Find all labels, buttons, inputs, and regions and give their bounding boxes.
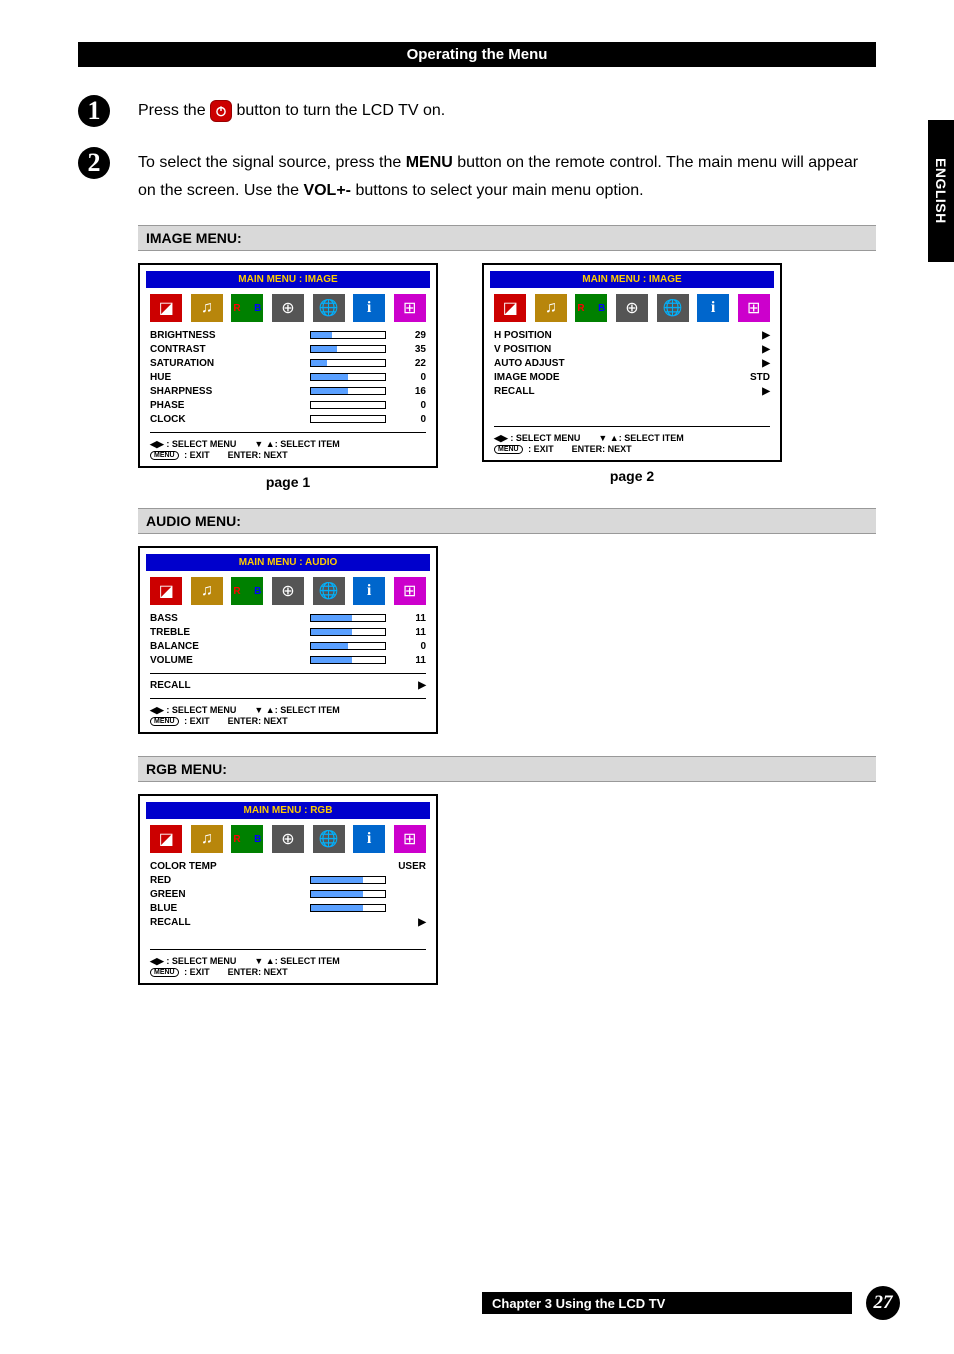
step2-t3: buttons to select your main menu option.	[351, 182, 644, 199]
panel-audio: MAIN MENU : AUDIO ◪ ♫ ⊕ 🌐 i ⊞ BASS11TREB…	[138, 546, 438, 734]
footer-chapter: Chapter 3 Using the LCD TV	[482, 1292, 852, 1314]
menu-row: VOLUME11	[150, 653, 426, 667]
page-label-1: page 1	[266, 474, 310, 490]
menu-row: IMAGE MODESTD	[494, 370, 770, 384]
image-icon: ◪	[494, 294, 526, 322]
info-icon: i	[353, 294, 385, 322]
menu-row: BRIGHTNESS29	[150, 328, 426, 342]
panel-rgb: MAIN MENU : RGB ◪ ♫ ⊕ 🌐 i ⊞ COLOR TEMPUS…	[138, 794, 438, 985]
panel-title: MAIN MENU : RGB	[146, 802, 430, 819]
rgb-icon	[231, 294, 263, 322]
step2-b1: MENU	[406, 154, 453, 171]
rgb-icon	[575, 294, 607, 322]
image-icon: ◪	[150, 825, 182, 853]
menu-row: CONTRAST35	[150, 342, 426, 356]
panel-image-page2: MAIN MENU : IMAGE ◪ ♫ ⊕ 🌐 i ⊞ H POSITION…	[482, 263, 782, 462]
step2-t1: To select the signal source, press the	[138, 154, 406, 171]
globe-icon: 🌐	[313, 294, 345, 322]
grid-icon: ⊞	[394, 825, 426, 853]
globe-icon: 🌐	[657, 294, 689, 322]
hints: ◀▶ : SELECT MENU▼ ▲: SELECT ITEM MENU : …	[140, 701, 436, 732]
menu-row: BASS11	[150, 611, 426, 625]
audio-icon: ♫	[191, 825, 223, 853]
step-2: 2 To select the signal source, press the…	[78, 147, 876, 205]
hints: ◀▶ : SELECT MENU▼ ▲: SELECT ITEM MENU : …	[140, 435, 436, 466]
globe-icon: 🌐	[313, 577, 345, 605]
info-icon: i	[353, 825, 385, 853]
rgb-icon	[231, 825, 263, 853]
target-icon: ⊕	[616, 294, 648, 322]
menu-row: RED	[150, 873, 426, 887]
power-icon	[210, 100, 232, 122]
grid-icon: ⊞	[394, 294, 426, 322]
step1-pre: Press the	[138, 102, 210, 119]
menu-row: GREEN	[150, 887, 426, 901]
menu-row: HUE0	[150, 370, 426, 384]
menu-row: V POSITION▶	[494, 342, 770, 356]
target-icon: ⊕	[272, 825, 304, 853]
step-1: 1 Press the button to turn the LCD TV on…	[78, 95, 876, 127]
menu-row: SATURATION22	[150, 356, 426, 370]
menu-row: RECALL▶	[494, 384, 770, 398]
section-title: Operating the Menu	[78, 42, 876, 67]
menu-row: BLUE	[150, 901, 426, 915]
page-number: 27	[866, 1286, 900, 1320]
panel-title: MAIN MENU : IMAGE	[146, 271, 430, 288]
menu-row: PHASE0	[150, 398, 426, 412]
image-icon: ◪	[150, 294, 182, 322]
target-icon: ⊕	[272, 294, 304, 322]
language-tab: ENGLISH	[928, 120, 954, 262]
icon-row: ◪ ♫ ⊕ 🌐 i ⊞	[140, 819, 436, 857]
icon-row: ◪ ♫ ⊕ 🌐 i ⊞	[140, 571, 436, 609]
audio-icon: ♫	[535, 294, 567, 322]
step1-post: button to turn the LCD TV on.	[236, 102, 445, 119]
menu-row: BALANCE0	[150, 639, 426, 653]
audio-icon: ♫	[191, 294, 223, 322]
panel-title: MAIN MENU : AUDIO	[146, 554, 430, 571]
step2-b2: VOL+-	[303, 182, 351, 199]
step-number-2: 2	[78, 147, 110, 179]
rgb-icon	[231, 577, 263, 605]
menu-row: H POSITION▶	[494, 328, 770, 342]
info-icon: i	[353, 577, 385, 605]
heading-image-menu: IMAGE MENU:	[138, 225, 876, 251]
grid-icon: ⊞	[738, 294, 770, 322]
heading-audio-menu: AUDIO MENU:	[138, 508, 876, 534]
menu-row: SHARPNESS16	[150, 384, 426, 398]
icon-row: ◪ ♫ ⊕ 🌐 i ⊞	[484, 288, 780, 326]
globe-icon: 🌐	[313, 825, 345, 853]
grid-icon: ⊞	[394, 577, 426, 605]
heading-rgb-menu: RGB MENU:	[138, 756, 876, 782]
step-number-1: 1	[78, 95, 110, 127]
panel-title: MAIN MENU : IMAGE	[490, 271, 774, 288]
target-icon: ⊕	[272, 577, 304, 605]
audio-icon: ♫	[191, 577, 223, 605]
image-icon: ◪	[150, 577, 182, 605]
menu-row: CLOCK0	[150, 412, 426, 426]
page-label-2: page 2	[610, 468, 654, 484]
icon-row: ◪ ♫ ⊕ 🌐 i ⊞	[140, 288, 436, 326]
panel-image-page1: MAIN MENU : IMAGE ◪ ♫ ⊕ 🌐 i ⊞ BRIGHTNESS…	[138, 263, 438, 468]
hints: ◀▶ : SELECT MENU▼ ▲: SELECT ITEM MENU : …	[140, 952, 436, 983]
hints: ◀▶ : SELECT MENU▼ ▲: SELECT ITEM MENU : …	[484, 429, 780, 460]
menu-row: AUTO ADJUST▶	[494, 356, 770, 370]
menu-row: TREBLE11	[150, 625, 426, 639]
info-icon: i	[697, 294, 729, 322]
